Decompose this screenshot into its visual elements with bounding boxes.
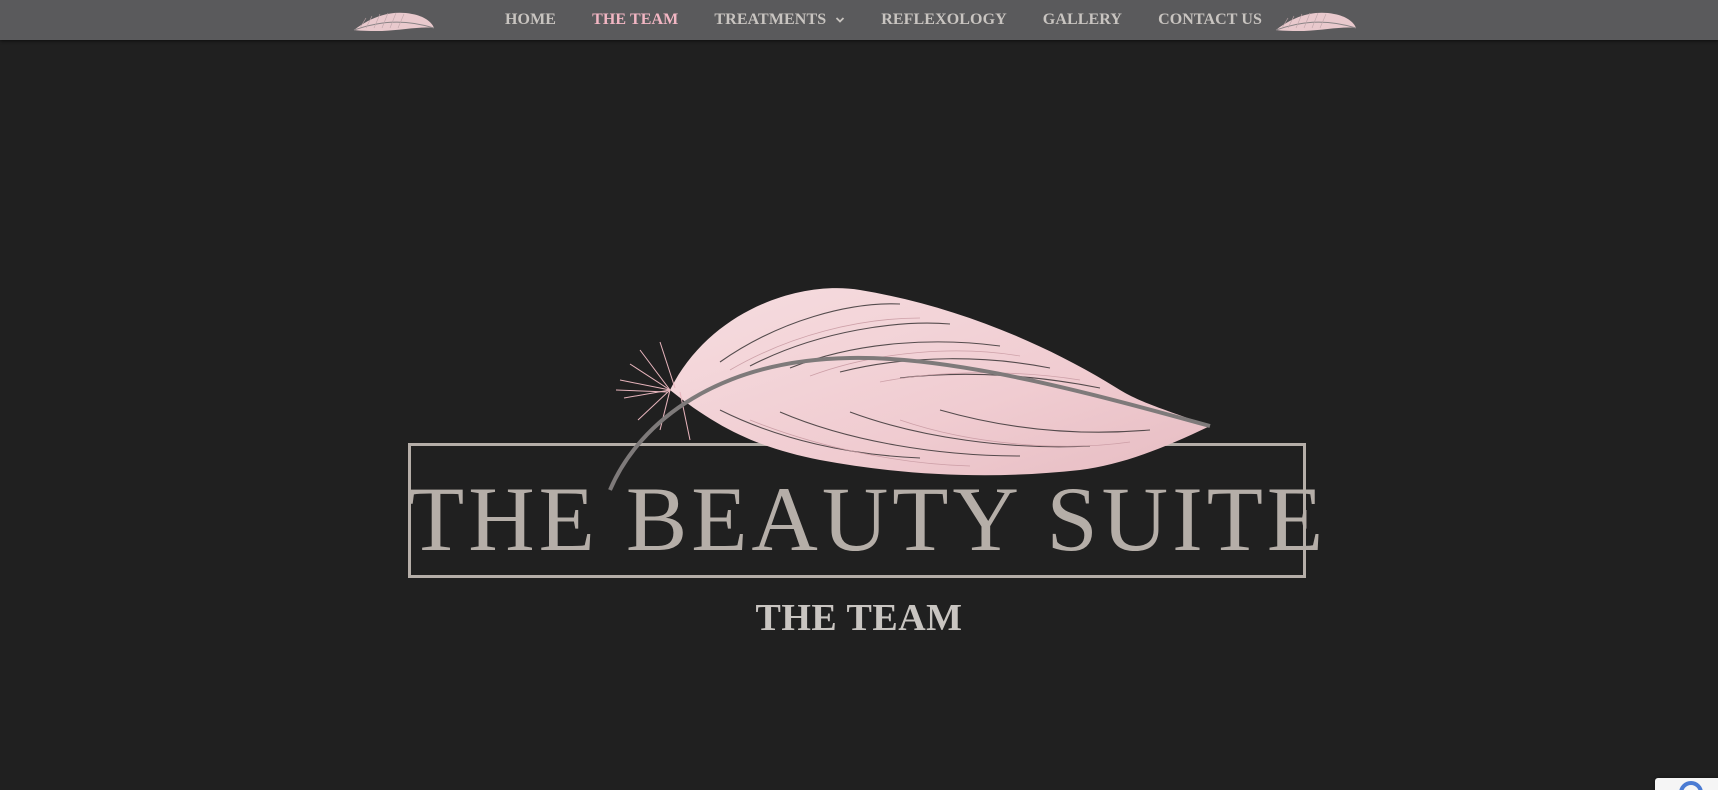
- nav-item-label: THE TEAM: [592, 11, 679, 28]
- nav-item-label: GALLERY: [1042, 11, 1123, 28]
- feather-icon: [608, 288, 1211, 491]
- nav-item-gallery[interactable]: GALLERY: [1043, 11, 1122, 29]
- recaptcha-icon: [1679, 781, 1703, 790]
- feather-icon: [1275, 12, 1357, 31]
- nav-item-reflexology[interactable]: REFLEXOLOGY: [881, 11, 1007, 29]
- main-menu: HOME THE TEAM TREATMENTS REFLEXOLOGY GAL…: [505, 0, 1298, 40]
- nav-item-treatments[interactable]: TREATMENTS: [714, 11, 845, 29]
- nav-item-label: HOME: [505, 11, 557, 28]
- page: HOME THE TEAM TREATMENTS REFLEXOLOGY GAL…: [0, 0, 1718, 790]
- nav-item-contact-us[interactable]: CONTACT US: [1158, 11, 1262, 29]
- chevron-down-icon: [836, 17, 845, 23]
- recaptcha-badge[interactable]: [1655, 778, 1718, 790]
- top-navigation-bar: HOME THE TEAM TREATMENTS REFLEXOLOGY GAL…: [0, 0, 1718, 40]
- nav-item-home[interactable]: HOME: [505, 11, 556, 29]
- nav-item-label: CONTACT US: [1158, 11, 1263, 28]
- feather-icon: [353, 12, 435, 31]
- page-title: THE TEAM: [755, 597, 963, 639]
- nav-item-the-team[interactable]: THE TEAM: [592, 11, 678, 29]
- nav-item-label: REFLEXOLOGY: [881, 11, 1007, 28]
- beauty-suite-logo: THE BEAUTY SUITE: [400, 280, 1323, 600]
- nav-item-label: TREATMENTS: [714, 11, 827, 28]
